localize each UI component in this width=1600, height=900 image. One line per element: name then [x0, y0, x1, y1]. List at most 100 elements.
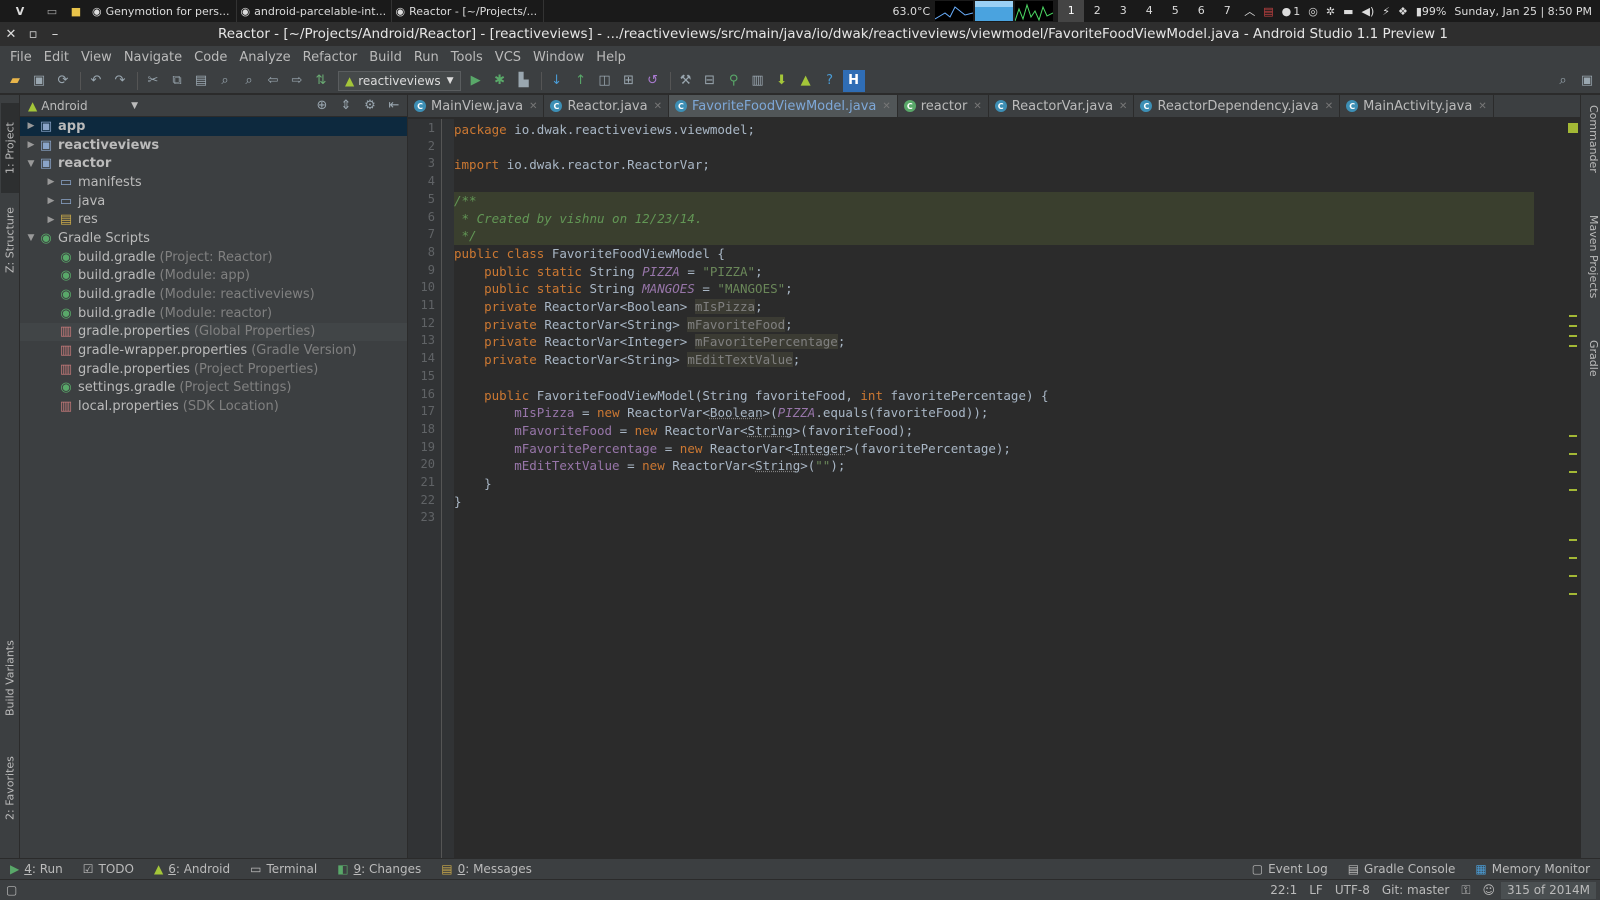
chevron-down-icon[interactable]: ▼	[24, 159, 38, 169]
run-configuration-select[interactable]: ▲ reactiveviews ▼	[338, 70, 461, 91]
copy-icon[interactable]: ⧉	[166, 70, 188, 92]
maven-tool-tab[interactable]: Maven Projects	[1582, 215, 1600, 325]
code-line[interactable]: }	[454, 475, 1534, 493]
tree-item[interactable]: ◉ build.gradle (Module: app)	[20, 267, 407, 286]
tree-item[interactable]: ▼ ▣ reactor	[20, 154, 407, 173]
tree-item[interactable]: ▥ gradle.properties (Project Properties)	[20, 360, 407, 379]
bottom-tool-messages[interactable]: ▤ 0: Messages	[431, 862, 542, 876]
code-line[interactable]: public class FavoriteFoodViewModel {	[454, 245, 1534, 263]
debug-icon[interactable]: ✱	[489, 70, 511, 92]
code-line[interactable]	[454, 510, 1534, 528]
code-line[interactable]: /**	[454, 191, 1534, 210]
warning-marker[interactable]	[1569, 557, 1577, 559]
back-icon[interactable]: ⇦	[262, 70, 284, 92]
lock-icon[interactable]: ⚿	[1455, 883, 1476, 898]
editor-tab[interactable]: C MainView.java ✕	[408, 95, 545, 117]
bottom-tool-run[interactable]: ▶ 4: Run	[0, 862, 73, 876]
warning-marker[interactable]	[1569, 453, 1577, 455]
tree-item[interactable]: ▶ ▭ java	[20, 192, 407, 211]
project-structure-icon[interactable]: ⊟	[699, 70, 721, 92]
file-encoding[interactable]: UTF-8	[1329, 883, 1376, 897]
warning-marker[interactable]	[1569, 539, 1577, 541]
workspace-button[interactable]: 4	[1136, 0, 1162, 22]
minimize-icon[interactable]: –	[44, 27, 66, 42]
bottom-tool-terminal[interactable]: ▭ Terminal	[240, 862, 327, 876]
memory-indicator[interactable]: 315 of 2014M	[1501, 881, 1596, 899]
warning-marker[interactable]	[1569, 471, 1577, 473]
collapse-all-icon[interactable]: ⇕	[335, 95, 357, 117]
commander-tool-tab[interactable]: Commander	[1582, 105, 1600, 195]
volume-icon[interactable]: ◀)	[1357, 0, 1378, 22]
editor-tab[interactable]: C FavoriteFoodViewModel.java ✕	[668, 95, 898, 117]
inspection-status-icon[interactable]	[1568, 123, 1578, 133]
brightness-icon[interactable]: ✲	[1322, 0, 1339, 22]
plugin-h-icon[interactable]: H	[842, 69, 865, 92]
undo-icon[interactable]: ↶	[85, 70, 107, 92]
error-stripe[interactable]	[1566, 119, 1580, 858]
chevron-right-icon[interactable]: ▶	[44, 215, 58, 225]
code-editor[interactable]: 1 2 3 4 5 6 7 8 9 10 11 12 13 14 15 16 17 18 19 20 21 22 23 pa…	[408, 119, 1580, 858]
vcs-commit-icon[interactable]: ↑	[570, 70, 592, 92]
dropbox-icon[interactable]: ❖	[1394, 0, 1412, 22]
vpn-icon[interactable]: ◎	[1304, 0, 1322, 22]
menu-refactor[interactable]: Refactor	[297, 50, 364, 65]
terminal-launcher-icon[interactable]: ▭	[40, 0, 64, 22]
code-line[interactable]	[454, 139, 1534, 157]
tree-item[interactable]: ◉ build.gradle (Module: reactiveviews)	[20, 285, 407, 304]
redo-icon[interactable]: ↷	[109, 70, 131, 92]
find-icon[interactable]: ⌕	[214, 70, 236, 92]
tree-item[interactable]: ▶ ▣ app	[20, 117, 407, 136]
make-project-icon[interactable]: ⇅	[310, 70, 332, 92]
project-tool-tab[interactable]: 1: Project	[1, 103, 19, 193]
search-everywhere-icon[interactable]: ⌕	[1552, 70, 1574, 92]
hector-icon[interactable]: ☺	[1476, 883, 1501, 897]
bottom-tool-android[interactable]: ▲ 6: Android	[144, 862, 240, 876]
taskbar-item[interactable]: ◉ android-parcelable-int...	[237, 0, 392, 22]
forward-icon[interactable]: ⇨	[286, 70, 308, 92]
notification-icon[interactable]: ● 1	[1278, 0, 1305, 22]
replace-icon[interactable]: ⌕	[238, 70, 260, 92]
vcs-branch[interactable]: Git: master	[1376, 883, 1456, 897]
close-icon[interactable]: ✕	[0, 27, 22, 42]
warning-marker[interactable]	[1569, 335, 1577, 337]
vcs-compare-icon[interactable]: ⊞	[618, 70, 640, 92]
code-line[interactable]: public static String PIZZA = "PIZZA";	[454, 263, 1534, 281]
bottom-tool-changes[interactable]: ◧ 9: Changes	[327, 862, 431, 876]
menu-file[interactable]: File	[4, 50, 38, 65]
workspace-button[interactable]: 5	[1162, 0, 1188, 22]
menu-run[interactable]: Run	[408, 50, 445, 65]
keyboard-flag-icon[interactable]: ▤	[1259, 0, 1277, 22]
warning-marker[interactable]	[1569, 315, 1577, 317]
editor-tab[interactable]: C ReactorDependency.java ✕	[1134, 95, 1341, 117]
menu-analyze[interactable]: Analyze	[233, 50, 296, 65]
paste-icon[interactable]: ▤	[190, 70, 212, 92]
open-folder-icon[interactable]: ▰	[4, 70, 26, 92]
bottom-tool-eventlog[interactable]: ▢ Event Log	[1242, 862, 1338, 876]
user-icon[interactable]: ▣	[1576, 70, 1598, 92]
gear-icon[interactable]: ⚙	[359, 95, 381, 117]
tree-item[interactable]: ▥ local.properties (SDK Location)	[20, 397, 407, 416]
vcs-update-icon[interactable]: ↓	[546, 70, 568, 92]
android-device-monitor-icon[interactable]: ▲	[795, 70, 817, 92]
warning-marker[interactable]	[1569, 345, 1577, 347]
hide-panel-icon[interactable]: ⇤	[383, 95, 405, 117]
vcs-revert-icon[interactable]: ↺	[642, 70, 664, 92]
warning-marker[interactable]	[1569, 325, 1577, 327]
vcs-history-icon[interactable]: ◫	[594, 70, 616, 92]
attach-debugger-icon[interactable]: ▙	[513, 70, 535, 92]
code-line[interactable]: mIsPizza = new ReactorVar<Boolean>(PIZZA…	[454, 404, 1534, 422]
code-line[interactable]: import io.dwak.reactor.ReactorVar;	[454, 156, 1534, 174]
close-tab-icon[interactable]: ✕	[654, 101, 662, 112]
tree-item[interactable]: ◉ build.gradle (Module: reactor)	[20, 304, 407, 323]
close-tab-icon[interactable]: ✕	[973, 101, 981, 112]
code-line[interactable]: mFavoritePercentage = new ReactorVar<Int…	[454, 440, 1534, 458]
menu-window[interactable]: Window	[527, 50, 590, 65]
warning-marker[interactable]	[1569, 593, 1577, 595]
avd-manager-icon[interactable]: ▥	[747, 70, 769, 92]
chevron-right-icon[interactable]: ▶	[24, 121, 38, 131]
cut-icon[interactable]: ✂	[142, 70, 164, 92]
editor-tab[interactable]: C Reactor.java ✕	[544, 95, 669, 117]
menu-vcs[interactable]: VCS	[489, 50, 527, 65]
maximize-icon[interactable]: ▫	[22, 27, 44, 42]
settings-icon[interactable]: ⚒	[675, 70, 697, 92]
